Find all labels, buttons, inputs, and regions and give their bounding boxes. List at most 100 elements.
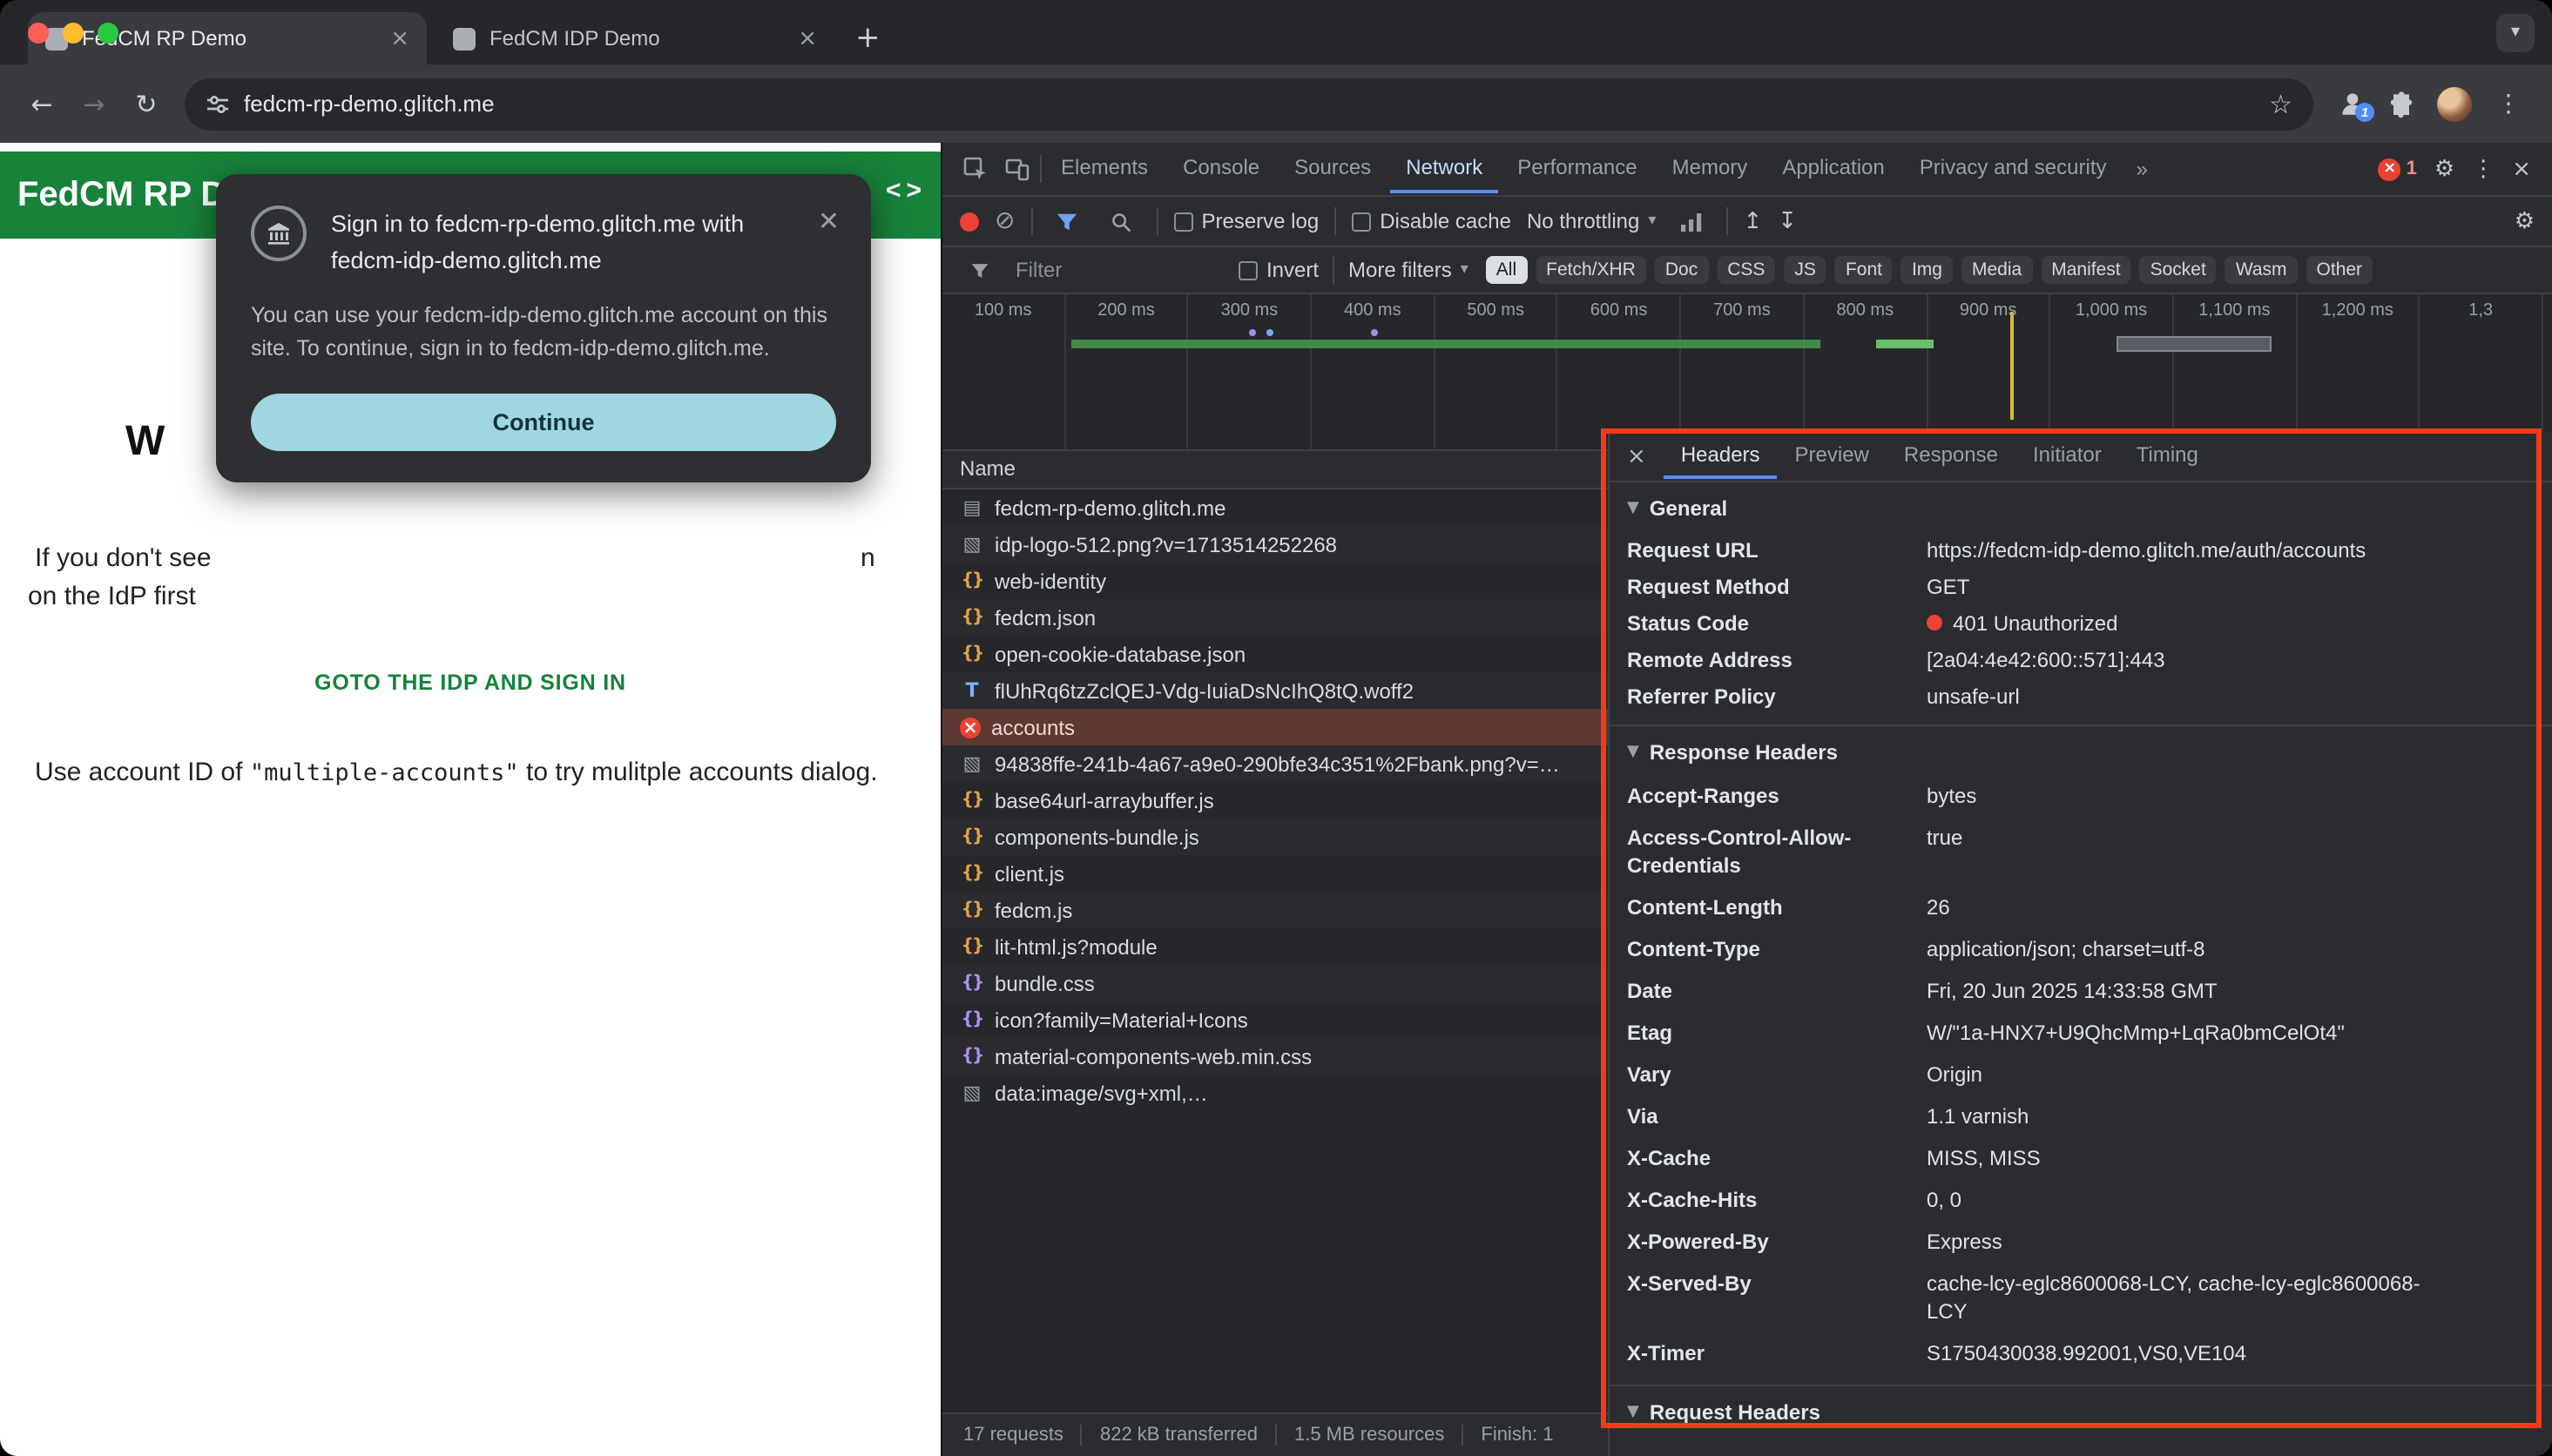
extensions-puzzle-icon[interactable] [2388, 90, 2416, 118]
network-request-row[interactable]: web-identity [942, 563, 1608, 599]
more-tabs-icon[interactable]: » [2126, 157, 2158, 181]
header-row: Vary Origin [1610, 1054, 2552, 1095]
resource-type-chip[interactable]: Font [1835, 256, 1893, 284]
throttling-value: No throttling [1527, 209, 1639, 233]
idp-bank-icon [251, 206, 307, 261]
devtools-panel-tab[interactable]: Sources [1279, 145, 1387, 193]
devtools-close-icon[interactable]: × [2512, 156, 2531, 182]
error-count-badge[interactable]: × 1 [2379, 158, 2417, 180]
address-bar[interactable]: fedcm-rp-demo.glitch.me ☆ [185, 78, 2313, 130]
zoom-window-button[interactable] [98, 23, 118, 44]
device-toolbar-icon[interactable] [998, 157, 1036, 181]
devtools-panel-tab[interactable]: Application [1766, 145, 1900, 193]
devtools-panel-tab[interactable]: Elements [1045, 145, 1164, 193]
profile-avatar[interactable] [2437, 86, 2472, 121]
tab-close-icon[interactable]: × [390, 25, 409, 51]
resource-type-chip[interactable]: Doc [1655, 256, 1708, 284]
request-name: client.js [995, 861, 1064, 886]
back-button[interactable]: ← [17, 79, 66, 128]
network-request-row[interactable]: client.js [942, 855, 1608, 892]
import-har-icon[interactable]: ↥ [1743, 208, 1762, 234]
network-request-row[interactable]: flUhRq6tzZclQEJ-Vdg-IuiaDsNcIhQ8tQ.woff2 [942, 672, 1608, 709]
code-button[interactable]: <> [886, 176, 927, 206]
tab-close-icon[interactable]: × [798, 25, 817, 51]
details-tab[interactable]: Initiator [2015, 434, 2119, 479]
resource-type-chip[interactable]: Fetch/XHR [1536, 256, 1646, 284]
reload-button[interactable]: ↻ [122, 79, 171, 128]
load-event-line [2010, 312, 2014, 420]
network-settings-gear-icon[interactable]: ⚙ [2515, 208, 2535, 234]
record-network-log-button[interactable] [960, 212, 979, 231]
network-request-row[interactable]: components-bundle.js [942, 819, 1608, 855]
network-conditions-icon[interactable] [1671, 211, 1710, 232]
disable-cache-toggle[interactable]: Disable cache [1352, 209, 1511, 233]
network-request-row[interactable]: icon?family=Material+Icons [942, 1001, 1608, 1038]
goto-idp-link[interactable]: GOTO THE IDP AND SIGN IN [0, 671, 941, 695]
resource-type-chip[interactable]: All [1486, 256, 1527, 284]
devtools-settings-gear-icon[interactable]: ⚙ [2434, 156, 2454, 182]
details-tab[interactable]: Headers [1664, 434, 1778, 479]
search-icon[interactable] [1102, 210, 1140, 233]
details-tab[interactable]: Response [1887, 434, 2015, 479]
throttling-select[interactable]: No throttling ▾ [1527, 209, 1656, 233]
network-request-row[interactable]: fedcm-rp-demo.glitch.me [942, 489, 1608, 526]
close-details-icon[interactable]: × [1610, 443, 1664, 469]
more-filters-dropdown[interactable]: More filters ▾ [1348, 258, 1468, 282]
network-request-row[interactable]: idp-logo-512.png?v=1713514252268 [942, 526, 1608, 563]
devtools-panel-tab[interactable]: Performance [1502, 145, 1652, 193]
request-headers-section: ▼ Request Headers [1610, 1385, 2552, 1446]
new-tab-button[interactable]: + [855, 26, 881, 51]
network-request-row[interactable]: fedcm.json [942, 599, 1608, 636]
network-request-row[interactable]: 94838ffe-241b-4a67-a9e0-290bfe34c351%2Fb… [942, 745, 1608, 782]
network-request-row[interactable]: lit-html.js?module [942, 928, 1608, 965]
resource-type-chip[interactable]: Manifest [2041, 256, 2130, 284]
browser-tab-idp-demo[interactable]: FedCM IDP Demo × [435, 12, 834, 64]
network-request-row[interactable]: accounts [942, 709, 1608, 745]
resource-type-chip[interactable]: Wasm [2225, 256, 2298, 284]
checkbox[interactable] [1352, 212, 1371, 231]
network-request-row[interactable]: fedcm.js [942, 892, 1608, 928]
profile-notification-icon[interactable]: 1 [2338, 89, 2367, 118]
invert-filter-toggle[interactable]: Invert [1239, 258, 1319, 282]
resource-type-chip[interactable]: Img [1901, 256, 1953, 284]
request-headers-section-header[interactable]: ▼ Request Headers [1610, 1386, 2552, 1435]
tab-search-button[interactable]: ▾ [2496, 14, 2535, 52]
devtools-panel-tab[interactable]: Console [1167, 145, 1275, 193]
network-request-row[interactable]: bundle.css [942, 965, 1608, 1001]
details-tab[interactable]: Timing [2119, 434, 2216, 479]
export-har-icon[interactable]: ↧ [1778, 208, 1797, 234]
devtools-panel-tab[interactable]: Network [1390, 145, 1498, 193]
checkbox[interactable] [1173, 212, 1192, 231]
general-section-header[interactable]: ▼ General [1610, 482, 2552, 531]
minimize-window-button[interactable] [63, 23, 84, 44]
network-request-row[interactable]: material-components-web.min.css [942, 1038, 1608, 1075]
forward-button[interactable]: → [70, 79, 118, 128]
clear-network-log-icon[interactable]: ⊘ [995, 209, 1015, 233]
network-request-row[interactable]: base64url-arraybuffer.js [942, 782, 1608, 819]
checkbox[interactable] [1239, 260, 1258, 280]
devtools-panel-tab[interactable]: Privacy and security [1904, 145, 2123, 193]
inspect-element-icon[interactable] [956, 157, 995, 181]
resource-type-chip[interactable]: Socket [2140, 256, 2217, 284]
network-overview-timeline[interactable]: 100 ms 200 ms 300 ms 400 ms 500 ms 600 m… [942, 294, 2552, 451]
fedcm-close-icon[interactable]: ✕ [818, 206, 840, 237]
close-window-button[interactable] [28, 23, 49, 44]
network-filter-input[interactable] [1012, 256, 1225, 284]
details-tab[interactable]: Preview [1778, 434, 1887, 479]
chrome-menu-icon[interactable]: ⋮ [2493, 90, 2524, 118]
network-request-row[interactable]: data:image/svg+xml,… [942, 1075, 1608, 1111]
network-request-row[interactable]: open-cookie-database.json [942, 636, 1608, 672]
bookmark-star-icon[interactable]: ☆ [2269, 88, 2292, 119]
resource-type-chip[interactable]: CSS [1717, 256, 1775, 284]
resource-type-chip[interactable]: Other [2306, 256, 2373, 284]
resource-type-chip[interactable]: JS [1784, 256, 1826, 284]
devtools-menu-icon[interactable]: ⋮ [2472, 156, 2495, 182]
continue-button[interactable]: Continue [251, 394, 836, 451]
preserve-log-toggle[interactable]: Preserve log [1173, 209, 1319, 233]
resource-type-chip[interactable]: Media [1961, 256, 2032, 284]
filter-funnel-icon[interactable] [1048, 210, 1086, 233]
response-headers-section-header[interactable]: ▼ Response Headers [1610, 726, 2552, 775]
site-settings-icon[interactable] [206, 91, 230, 116]
status-error-dot [1927, 614, 1942, 630]
devtools-panel-tab[interactable]: Memory [1657, 145, 1764, 193]
